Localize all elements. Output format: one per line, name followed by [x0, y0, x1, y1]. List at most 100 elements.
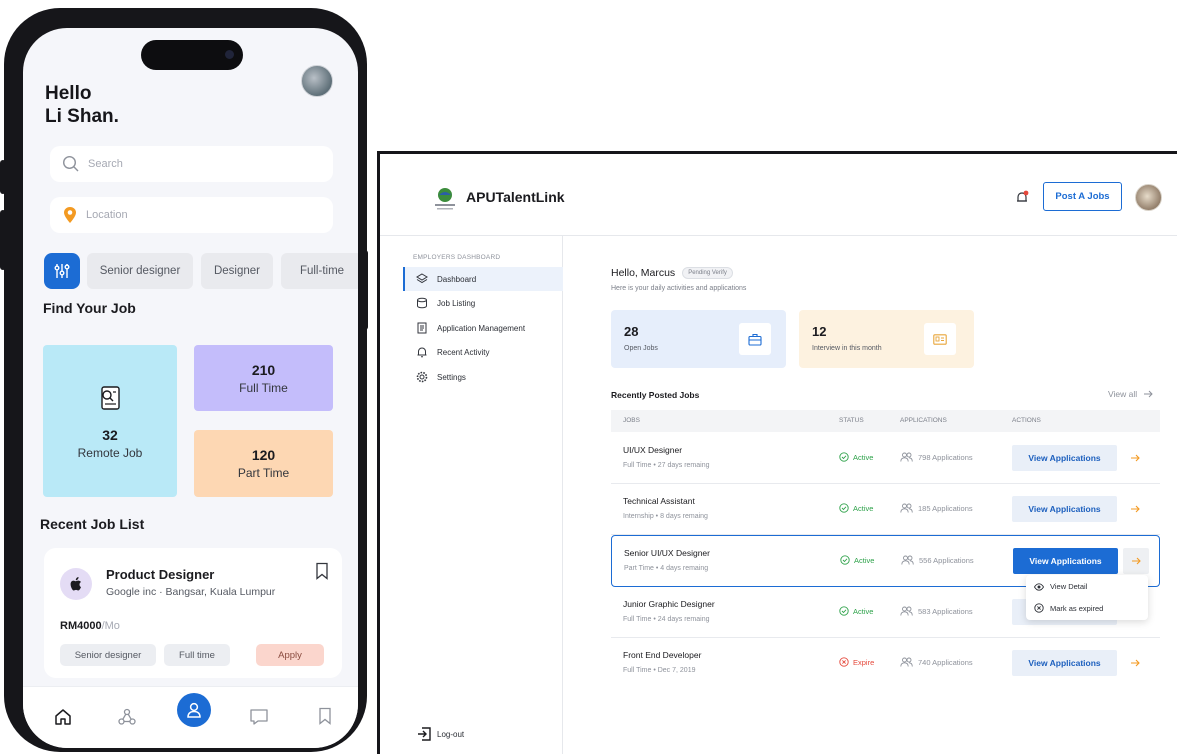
menu-item-mark-expired[interactable]: Mark as expired: [1034, 603, 1103, 613]
apu-logo-icon: [435, 188, 455, 210]
view-applications-button[interactable]: View Applications: [1012, 650, 1117, 676]
id-card-icon-box: [924, 323, 956, 355]
logout-button[interactable]: Log-out: [416, 726, 464, 742]
job-meta: Full Time • 24 days remaing: [623, 616, 710, 623]
view-applications-button[interactable]: View Applications: [1013, 548, 1118, 574]
job-title: Junior Graphic Designer: [623, 599, 715, 609]
column-header-status: STATUS: [839, 417, 864, 424]
avatar[interactable]: [301, 65, 333, 97]
menu-item-label: View Detail: [1050, 582, 1088, 591]
applications-text: 740 Applications: [918, 657, 973, 667]
home-icon[interactable]: [53, 707, 73, 727]
status-badge: Expire: [839, 657, 874, 667]
part-time-card[interactable]: 120 Part Time: [194, 430, 333, 497]
job-meta: Part Time • 4 days remaing: [624, 565, 709, 572]
apply-button[interactable]: Apply: [256, 644, 324, 666]
remote-job-count: 32: [102, 426, 118, 443]
arrow-right-icon: [1131, 505, 1140, 513]
arrow-right-icon: [1132, 557, 1141, 565]
gear-icon: [416, 371, 428, 383]
open-jobs-count: 28: [624, 324, 639, 339]
job-title: Product Designer: [106, 567, 215, 582]
row-arrow-button[interactable]: [1122, 650, 1148, 676]
users-icon: [901, 555, 914, 565]
filter-chip-senior-designer[interactable]: Senior designer: [87, 253, 193, 289]
row-arrow-button[interactable]: [1122, 445, 1148, 471]
sidebar-item-job-listing[interactable]: Job Listing: [403, 291, 563, 315]
table-row[interactable]: UI/UX Designer Full Time • 27 days remai…: [611, 433, 1160, 484]
desktop-dashboard: APUTalentLink Post A Jobs EMPLOYERS DASH…: [377, 151, 1177, 754]
filter-chip-designer[interactable]: Designer: [201, 253, 273, 289]
column-header-actions: ACTIONS: [1012, 417, 1041, 424]
greeting-line-2: Li Shan.: [45, 106, 119, 127]
welcome-subtitle: Here is your daily activities and applic…: [611, 285, 747, 292]
sidebar-item-settings[interactable]: Settings: [403, 365, 563, 389]
open-jobs-card[interactable]: 28 Open Jobs: [611, 310, 786, 368]
menu-item-view-detail[interactable]: View Detail: [1034, 582, 1087, 591]
check-circle-icon: [839, 452, 849, 462]
bottom-tab-bar: [23, 686, 358, 748]
sidebar-item-application-management[interactable]: Application Management: [403, 316, 563, 340]
users-icon: [900, 452, 913, 462]
job-tag: Senior designer: [60, 644, 156, 666]
sidebar-item-recent-activity[interactable]: Recent Activity: [403, 340, 563, 364]
search-icon: [62, 155, 79, 172]
applications-count: 583 Applications: [900, 606, 973, 616]
company-logo: [60, 568, 92, 600]
document-icon: [417, 322, 427, 334]
view-all-link[interactable]: View all: [1108, 389, 1153, 399]
view-applications-button[interactable]: View Applications: [1012, 445, 1117, 471]
interview-card[interactable]: 12 Interview in this month: [799, 310, 974, 368]
x-circle-icon: [839, 657, 849, 667]
row-arrow-button[interactable]: [1123, 548, 1149, 574]
part-time-label: Part Time: [237, 466, 290, 480]
check-circle-icon: [839, 503, 849, 513]
remote-job-card[interactable]: 32 Remote Job: [43, 345, 177, 497]
applications-count: 740 Applications: [900, 657, 973, 667]
status-text: Active: [853, 606, 874, 616]
job-card[interactable]: Product Designer Google inc · Bangsar, K…: [44, 548, 342, 678]
job-meta: Full Time • Dec 7, 2019: [623, 667, 696, 674]
applications-text: 583 Applications: [918, 606, 973, 616]
bookmark-icon[interactable]: [315, 562, 329, 580]
sidebar-item-dashboard[interactable]: Dashboard: [403, 267, 563, 291]
view-applications-button[interactable]: View Applications: [1012, 496, 1117, 522]
check-circle-icon: [839, 606, 849, 616]
bookmark-icon[interactable]: [318, 707, 332, 725]
notification-bell-icon[interactable]: [1016, 190, 1029, 204]
applications-count: 185 Applications: [900, 503, 973, 513]
column-header-jobs: JOBS: [623, 417, 640, 424]
table-row[interactable]: Front End Developer Full Time • Dec 7, 2…: [611, 638, 1160, 689]
layers-icon: [416, 273, 428, 284]
avatar[interactable]: [1135, 184, 1162, 211]
x-circle-icon: [1034, 603, 1044, 613]
open-jobs-label: Open Jobs: [624, 345, 658, 352]
search-placeholder: Search: [88, 158, 123, 170]
status-text: Active: [854, 555, 875, 565]
dynamic-island: [141, 40, 243, 70]
find-job-title: Find Your Job: [43, 300, 136, 316]
search-input[interactable]: Search: [50, 146, 333, 182]
filter-chip-full-time[interactable]: Full-time: [281, 253, 358, 289]
location-input[interactable]: Location: [50, 197, 333, 233]
status-text: Active: [853, 503, 874, 513]
network-icon[interactable]: [117, 707, 137, 727]
row-arrow-button[interactable]: [1122, 496, 1148, 522]
job-meta: Full Time • 27 days remaing: [623, 462, 710, 469]
status-badge: Active: [839, 606, 873, 616]
check-circle-icon: [840, 555, 850, 565]
job-title: Front End Developer: [623, 650, 702, 660]
status-badge: Active: [839, 452, 873, 462]
post-job-button[interactable]: Post A Jobs: [1043, 182, 1122, 211]
filter-button[interactable]: [44, 253, 80, 289]
full-time-card[interactable]: 210 Full Time: [194, 345, 333, 411]
job-document-icon: [101, 385, 120, 410]
applications-count: 556 Applications: [901, 555, 974, 565]
remote-job-label: Remote Job: [77, 445, 143, 460]
chat-icon[interactable]: [249, 708, 269, 726]
full-time-count: 210: [251, 361, 276, 378]
table-row[interactable]: Technical Assistant Internship • 8 days …: [611, 484, 1160, 535]
tab-profile[interactable]: [177, 693, 211, 727]
menu-item-label: Mark as expired: [1050, 603, 1104, 613]
eye-icon: [1034, 582, 1044, 591]
